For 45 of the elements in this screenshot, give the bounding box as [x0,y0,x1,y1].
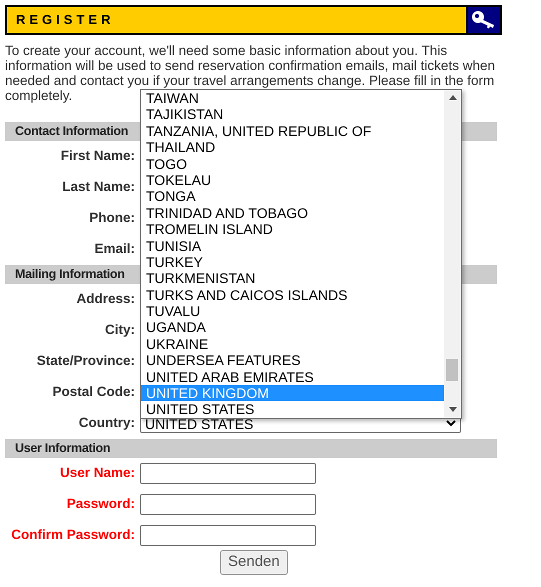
intro-paragraph-end: completely. [5,88,72,103]
section-title: Contact Information [15,123,128,140]
country-option[interactable]: UNITED ARAB EMIRATES [141,368,444,386]
country-option[interactable]: TUNISIA [141,238,444,254]
country-option[interactable]: UNDERSEA FEATURES [141,352,444,369]
field-label: Phone: [88,209,135,228]
field-label: Address: [75,290,135,308]
text-field[interactable] [140,463,316,484]
country-option[interactable]: TOKELAU [141,172,444,188]
country-option[interactable]: TURKMENISTAN [141,270,444,287]
field-label: Password: [66,495,135,514]
field-label: Confirm Password: [10,526,135,544]
scroll-thumb[interactable] [446,359,458,381]
scroll-down-icon [448,407,456,412]
field-label: User Name: [58,464,135,482]
banner-title: REGISTER [15,11,114,30]
country-option[interactable]: TAJIKISTAN [141,106,444,123]
country-option[interactable]: TUVALU [141,303,444,320]
country-option[interactable]: TAIWAN [141,90,444,106]
country-option[interactable]: TONGA [141,188,444,205]
country-option[interactable]: TURKS AND CAICOS ISLANDS [141,286,444,304]
field-label: State/Province: [36,352,135,370]
field-label: City: [104,321,135,340]
field-label: First Name: [60,147,135,166]
scroll-up-icon [448,95,456,100]
key-icon [471,10,497,30]
country-option[interactable]: TURKEY [141,254,444,270]
field-label: Email: [93,240,135,258]
chevron-down-icon [446,420,456,427]
section-title: User Information [15,440,110,458]
country-option[interactable]: UKRAINE [141,336,444,352]
text-field[interactable] [140,494,316,515]
country-option[interactable]: UGANDA [141,319,444,336]
scrollbar[interactable] [444,90,461,418]
submit-button[interactable]: Senden [220,550,288,575]
country-option[interactable]: TRINIDAD AND TOBAGO [141,204,444,222]
country-option[interactable]: TOGO [141,156,444,172]
country-option[interactable]: THAILAND [141,139,444,156]
section-title: Mailing Information [15,266,125,284]
field-label: Postal Code: [51,383,135,402]
field-label: Country: [78,414,135,432]
field-label: Last Name: [61,178,135,196]
text-field[interactable] [140,525,316,546]
country-option[interactable]: TROMELIN ISLAND [141,221,444,238]
country-option[interactable]: TANZANIA, UNITED REPUBLIC OF [141,122,444,140]
